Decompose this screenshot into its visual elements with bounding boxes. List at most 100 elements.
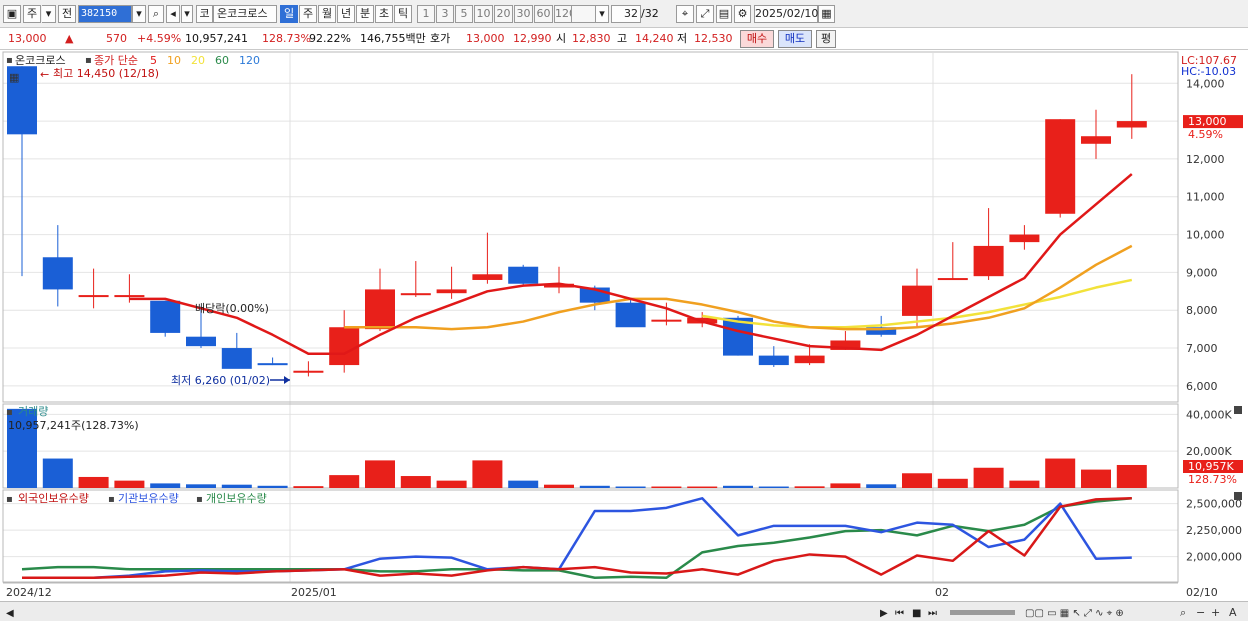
count-input[interactable]: 32: [611, 5, 641, 23]
interval-button[interactable]: 20: [494, 5, 513, 23]
arrow-left-icon: ←: [40, 68, 49, 81]
layout-icon[interactable]: ▢▢ ▭ ▦ ↖ ⤢ ∿ ⌖ ⊕: [1025, 608, 1124, 619]
candle-body: [400, 293, 431, 296]
volume-bar: [973, 467, 1004, 488]
scroll-bar[interactable]: ◀ ▶ ⏮ ■ ⏭ ▢▢ ▭ ▦ ↖ ⤢ ∿ ⌖ ⊕ ⌕ − + A: [0, 601, 1248, 621]
stock-name-field[interactable]: 온코크로스: [213, 5, 277, 23]
stock-code-input[interactable]: 382150: [78, 5, 132, 23]
period-tab[interactable]: 년: [337, 5, 355, 23]
volume-bar: [1045, 458, 1076, 488]
bid-price: 12,990: [513, 32, 552, 45]
date-input[interactable]: 2025/02/10: [754, 5, 818, 23]
interval-button[interactable]: 3: [436, 5, 454, 23]
font-size-icon[interactable]: A: [1229, 606, 1237, 619]
volume-bar: [1116, 464, 1147, 488]
period-type-select[interactable]: 주: [23, 5, 41, 23]
interval-button[interactable]: 1: [417, 5, 435, 23]
save-icon[interactable]: ▤: [716, 5, 732, 23]
zoom-slider[interactable]: [950, 610, 1015, 615]
legend-bullet: ▪: [85, 55, 92, 66]
speaker-dropdown-icon[interactable]: ▾: [181, 5, 193, 23]
interval-button[interactable]: 10: [474, 5, 493, 23]
volume-bar: [221, 484, 252, 488]
candle-body: [472, 274, 503, 280]
volume-bar: [257, 485, 288, 488]
hc-value: HC:-10.03: [1181, 65, 1236, 78]
volume-title: 거래량: [18, 405, 48, 418]
ma-period-label: 60: [215, 54, 229, 67]
stock-chart[interactable]: 14,000 12,000 11,000 10,000 9,000 8,000 7,000 6…: [0, 51, 1248, 601]
close-icon[interactable]: [1234, 406, 1242, 414]
period-tab[interactable]: 월: [318, 5, 336, 23]
zoom-in-icon[interactable]: +: [1211, 606, 1220, 619]
volume-bar: [723, 485, 753, 488]
chevron-down-icon[interactable]: ▾: [42, 5, 56, 23]
legend-institution: 기관보유수량: [118, 492, 179, 505]
gear-icon[interactable]: ⚙: [734, 5, 751, 23]
legend-bullet: ▪: [108, 494, 115, 505]
volume-value: 10,957,241: [185, 32, 248, 45]
calendar-icon[interactable]: ▦: [9, 71, 19, 84]
x-axis-label: 2024/12: [6, 586, 52, 599]
candle-body: [1081, 136, 1111, 144]
candle-body: [937, 278, 968, 281]
volume-ratio: 128.73%: [262, 32, 311, 45]
speaker-icon[interactable]: ◂: [166, 5, 180, 23]
sell-button[interactable]: 매도: [778, 30, 812, 48]
last-page-icon[interactable]: ⏭: [928, 608, 937, 619]
stop-icon[interactable]: ■: [912, 608, 921, 619]
trendline-icon[interactable]: ⤢: [696, 5, 714, 23]
volume-bar: [508, 480, 539, 488]
volume-bar: [687, 486, 718, 488]
volume-bar: [329, 475, 360, 488]
trade-amount: 146,755백만: [360, 32, 426, 45]
legend-bullet: ▪: [6, 494, 13, 505]
period-tab[interactable]: 주: [299, 5, 317, 23]
volume-current-tag: 10,957K: [1188, 460, 1234, 473]
candle-body: [293, 370, 324, 373]
calendar-icon[interactable]: ▦: [818, 5, 835, 23]
zoom-out-icon[interactable]: −: [1196, 606, 1205, 619]
interval-button[interactable]: 30: [514, 5, 533, 23]
scroll-right-icon[interactable]: ▶: [880, 608, 888, 619]
custom-interval-dropdown-icon[interactable]: ▾: [595, 5, 609, 23]
buy-button[interactable]: 매수: [740, 30, 774, 48]
volume-bar: [293, 486, 324, 488]
candle-body: [186, 336, 216, 347]
candle-body: [758, 355, 789, 366]
interval-button[interactable]: 60: [534, 5, 553, 23]
custom-interval-input[interactable]: [571, 5, 597, 23]
candle-body: [508, 266, 539, 284]
current-pct-tag: 4.59%: [1188, 128, 1223, 141]
volume-current-pct: 128.73%: [1188, 473, 1237, 486]
price-change-pct: +4.59%: [137, 32, 182, 45]
ma-period-label: 10: [167, 54, 181, 67]
scroll-left-icon[interactable]: ◀: [6, 608, 14, 619]
period-tab[interactable]: 분: [356, 5, 374, 23]
candle-body: [114, 295, 145, 298]
candle-body: [973, 245, 1004, 277]
close-icon[interactable]: [1234, 492, 1242, 500]
chart-menu-icon[interactable]: ▣: [3, 5, 21, 23]
open-label: 시: [556, 32, 567, 45]
candle-body: [794, 355, 825, 364]
period-tab[interactable]: 틱: [394, 5, 412, 23]
interval-button[interactable]: 5: [455, 5, 473, 23]
volume-bar: [902, 473, 932, 488]
balance-button[interactable]: 평: [816, 30, 836, 48]
volume-note: 10,957,241주(128.73%): [8, 419, 139, 432]
volume-bar: [78, 476, 109, 488]
search-icon[interactable]: ⌕: [148, 5, 164, 23]
code-dropdown-icon[interactable]: ▾: [132, 5, 146, 23]
volume-bar: [472, 460, 503, 488]
search-icon[interactable]: ⌕: [1180, 606, 1186, 619]
up-arrow-icon: ▲: [65, 32, 74, 45]
x-axis-label: 02/10: [1186, 586, 1218, 599]
crosshair-icon[interactable]: ⌖: [676, 5, 694, 23]
period-tab[interactable]: 일: [280, 5, 298, 23]
first-page-icon[interactable]: ⏮: [895, 608, 904, 619]
prev-button[interactable]: 전: [58, 5, 76, 23]
price-axis-tick: 9,000: [1186, 266, 1218, 279]
period-tab[interactable]: 초: [375, 5, 393, 23]
candle-body: [651, 319, 682, 322]
